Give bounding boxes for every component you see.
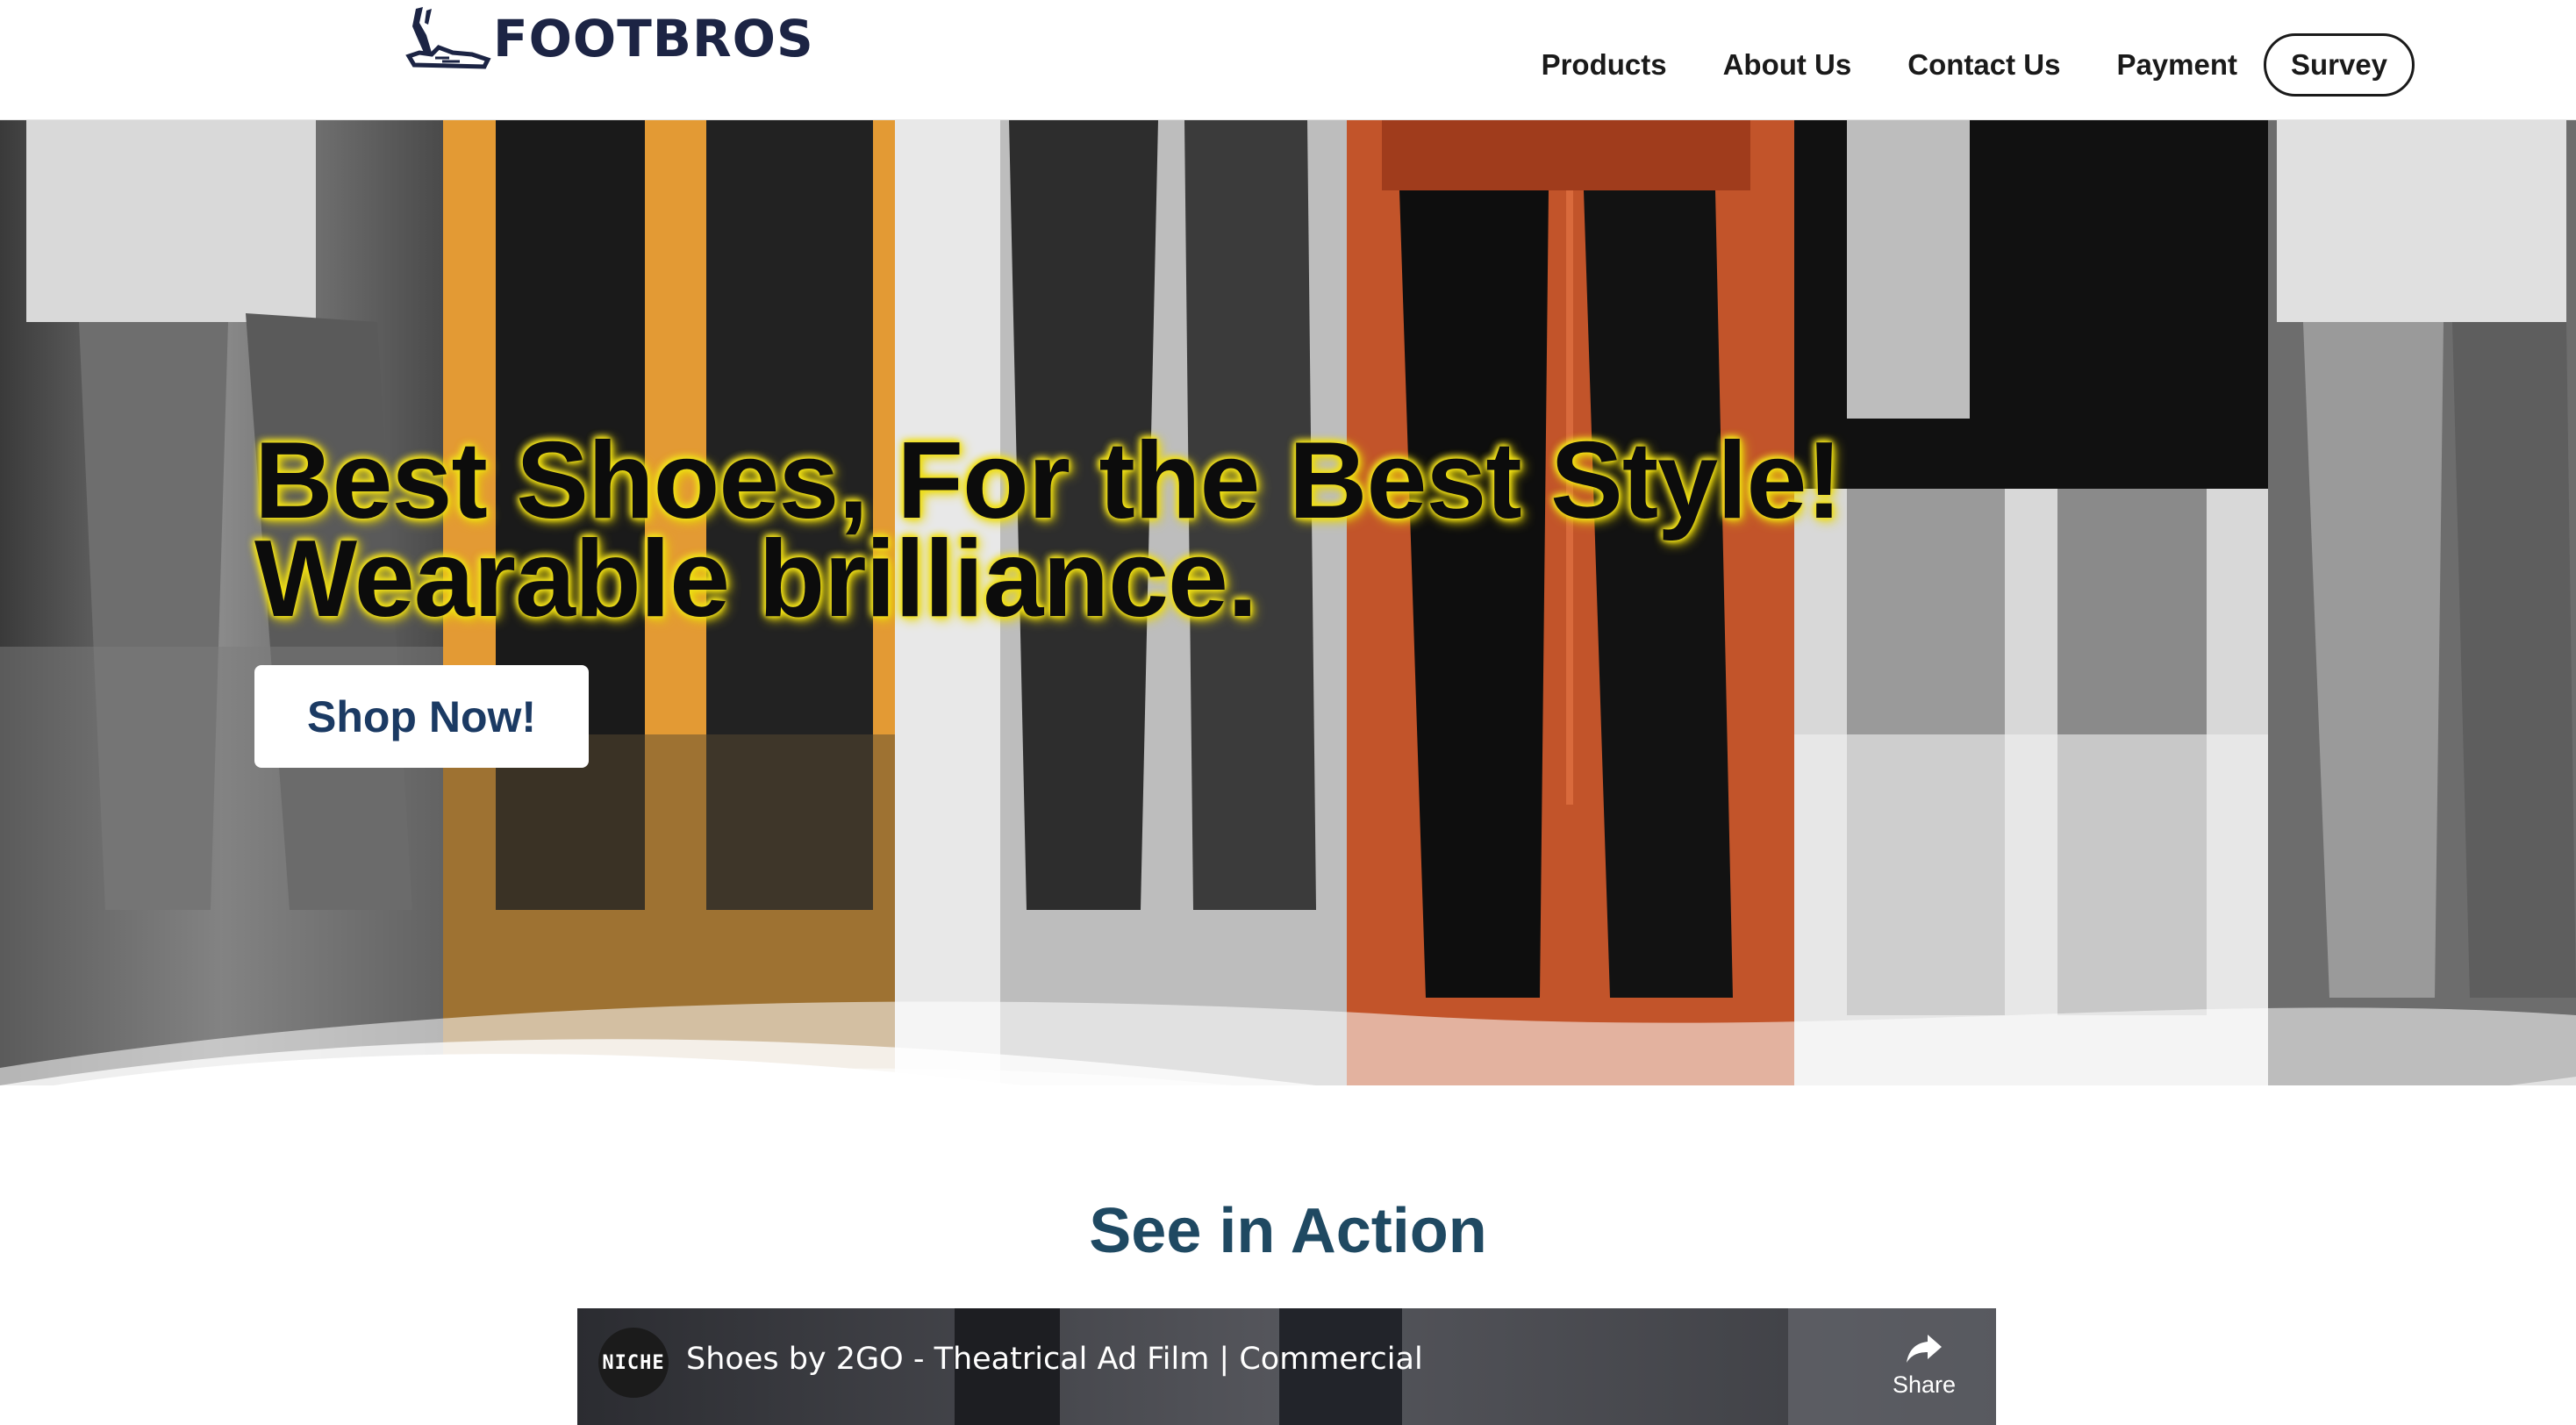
hero-headline-line-2: Wearable brilliance. [254, 519, 1257, 640]
brand-logo[interactable]: FOOTBROS [397, 4, 814, 74]
hero-headline: Best Shoes, For the Best Style! Wearable… [254, 420, 2272, 640]
hero-photo-strip-6 [2268, 120, 2576, 1085]
hero-wave-divider [0, 1001, 2576, 1085]
hero-banner: Best Shoes, For the Best Style! Wearable… [0, 120, 2576, 1085]
brand-name: FOOTBROS [493, 9, 814, 68]
shop-now-button[interactable]: Shop Now! [254, 665, 589, 768]
site-header: FOOTBROS Products About Us Contact Us Pa… [0, 0, 2576, 120]
channel-avatar[interactable]: NICHE [598, 1328, 669, 1398]
share-button[interactable]: Share [1889, 1326, 1959, 1399]
nav-about-us[interactable]: About Us [1723, 48, 1852, 82]
hero-headline-line-1: Best Shoes, For the Best Style! [254, 420, 1843, 541]
shoe-logo-icon [405, 7, 491, 69]
nav-contact-us[interactable]: Contact Us [1907, 48, 2060, 82]
section-title: See in Action [1089, 1196, 1487, 1266]
share-arrow-icon [1907, 1335, 1942, 1363]
survey-button[interactable]: Survey [2264, 33, 2415, 97]
video-player[interactable]: NICHE Shoes by 2GO - Theatrical Ad Film … [577, 1308, 1996, 1425]
main-nav: Products About Us Contact Us Payment Sur… [1542, 33, 2415, 97]
video-title[interactable]: Shoes by 2GO - Theatrical Ad Film | Comm… [686, 1342, 1423, 1377]
nav-payment[interactable]: Payment [2116, 48, 2237, 82]
share-label: Share [1892, 1371, 1957, 1398]
nav-products[interactable]: Products [1542, 48, 1667, 82]
